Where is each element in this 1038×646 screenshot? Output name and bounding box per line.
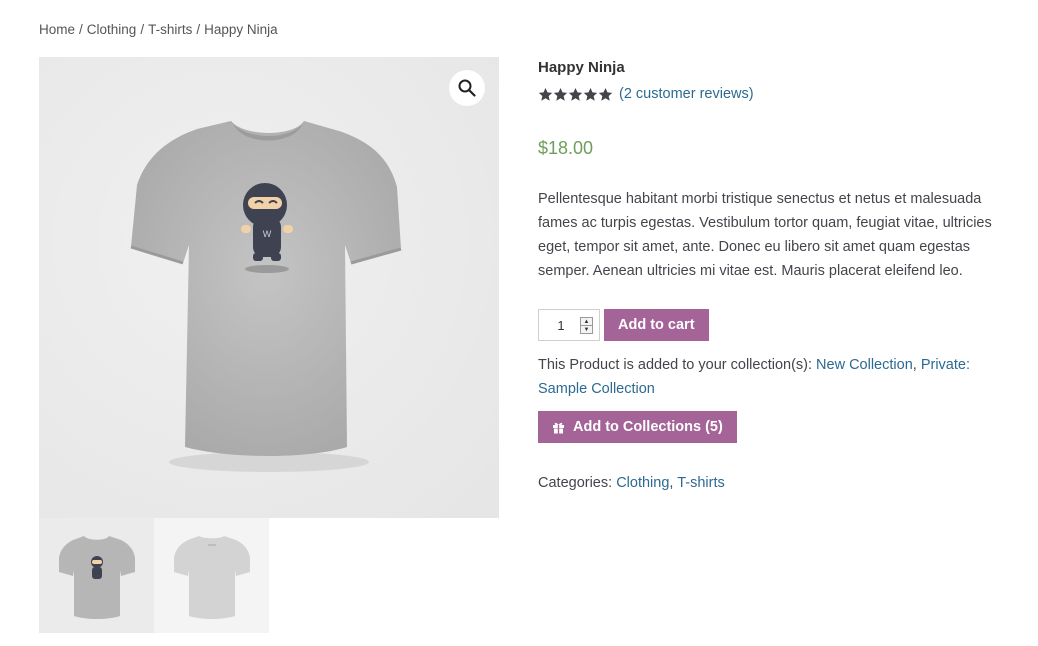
add-to-collections-button[interactable]: Add to Collections (5)	[538, 411, 737, 443]
tshirt-back-thumbnail	[173, 535, 250, 619]
product-categories: Categories: Clothing, T-shirts	[538, 475, 1008, 491]
tshirt-front-image: W	[39, 57, 499, 518]
category-link-clothing[interactable]: Clothing	[616, 475, 669, 491]
star-icon	[568, 87, 583, 101]
gift-icon	[552, 421, 565, 434]
collections-comma: ,	[912, 357, 917, 373]
star-icon	[583, 87, 598, 101]
add-to-cart-form: 1 ▲ ▼ Add to cart	[538, 309, 1008, 341]
thumbnail-front[interactable]	[39, 518, 154, 633]
breadcrumb-separator: /	[196, 22, 201, 37]
add-to-cart-button[interactable]: Add to cart	[604, 309, 709, 341]
quantity-stepper[interactable]: 1 ▲ ▼	[538, 309, 600, 341]
product-rating: (2 customer reviews)	[538, 85, 1008, 103]
collection-link-new[interactable]: New Collection	[816, 357, 913, 373]
tshirt-front-thumbnail	[58, 535, 135, 619]
product-gallery: W	[39, 57, 499, 633]
quantity-input[interactable]: 1	[539, 318, 583, 333]
breadcrumb-separator: /	[79, 22, 83, 37]
svg-text:W: W	[263, 229, 272, 239]
product-price: $18.00	[538, 138, 594, 158]
star-rating	[538, 87, 613, 102]
breadcrumb-clothing[interactable]: Clothing	[87, 22, 137, 37]
categories-label: Categories:	[538, 475, 613, 491]
collections-note: This Product is added to your collection…	[538, 353, 1000, 401]
collections-note-text: This Product is added to your collection…	[538, 357, 813, 373]
categories-comma: ,	[669, 475, 674, 491]
spin-down-icon[interactable]: ▼	[581, 325, 592, 333]
main-product-image[interactable]: W	[39, 57, 499, 518]
add-to-collections-label: Add to Collections (5)	[573, 419, 723, 435]
magnifier-icon	[458, 79, 476, 97]
zoom-button[interactable]	[449, 70, 485, 106]
product-summary: Happy Ninja (2 customer reviews) $18.00 …	[538, 58, 1008, 491]
breadcrumb-home[interactable]: Home	[39, 22, 75, 37]
breadcrumb-tshirts[interactable]: T-shirts	[148, 22, 192, 37]
breadcrumb: Home / Clothing / T-shirts / Happy Ninja	[39, 22, 278, 37]
breadcrumb-current: Happy Ninja	[204, 22, 278, 37]
product-description: Pellentesque habitant morbi tristique se…	[538, 191, 992, 279]
thumbnail-back[interactable]	[154, 518, 269, 633]
star-icon	[538, 87, 553, 101]
star-icon	[598, 87, 613, 101]
reviews-link[interactable]: (2 customer reviews)	[619, 86, 754, 102]
spin-up-icon[interactable]: ▲	[581, 318, 592, 325]
category-link-tshirts[interactable]: T-shirts	[677, 475, 725, 491]
breadcrumb-separator: /	[140, 22, 145, 37]
star-icon	[553, 87, 568, 101]
quantity-spinner[interactable]: ▲ ▼	[580, 317, 593, 334]
product-title: Happy Ninja	[538, 59, 625, 76]
thumbnail-strip	[39, 518, 499, 633]
